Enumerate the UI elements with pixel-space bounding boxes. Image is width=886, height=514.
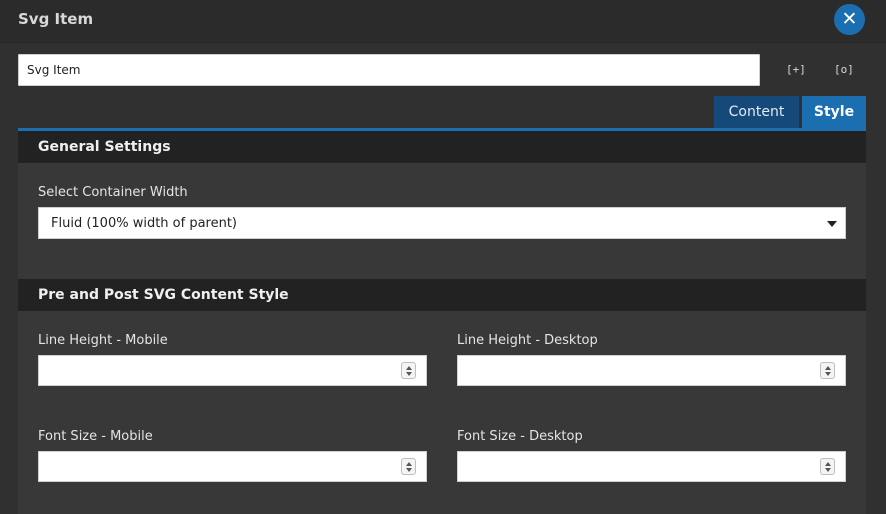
arrow-up-icon bbox=[405, 365, 412, 370]
chevron-down-icon bbox=[827, 221, 837, 227]
arrow-down-icon bbox=[405, 371, 412, 376]
number-stepper[interactable] bbox=[401, 362, 416, 379]
line-height-mobile-label: Line Height - Mobile bbox=[38, 333, 168, 348]
item-name-input[interactable] bbox=[18, 54, 760, 86]
dialog-titlebar: Svg Item ✕ bbox=[0, 0, 886, 43]
tab-content[interactable]: Content bbox=[714, 96, 799, 128]
svg-content-style-header: Pre and Post SVG Content Style bbox=[18, 279, 866, 311]
font-size-desktop-label: Font Size - Desktop bbox=[457, 429, 583, 444]
line-height-desktop-label: Line Height - Desktop bbox=[457, 333, 598, 348]
arrow-down-icon bbox=[824, 467, 831, 472]
font-size-mobile-label: Font Size - Mobile bbox=[38, 429, 153, 444]
container-width-select[interactable]: Fluid (100% width of parent) bbox=[38, 207, 846, 239]
general-settings-header: General Settings bbox=[18, 131, 866, 163]
close-button[interactable]: ✕ bbox=[834, 4, 865, 35]
arrow-down-icon bbox=[405, 467, 412, 472]
arrow-up-icon bbox=[405, 461, 412, 466]
container-width-label: Select Container Width bbox=[38, 185, 188, 200]
arrow-up-icon bbox=[824, 461, 831, 466]
number-stepper[interactable] bbox=[401, 458, 416, 475]
tab-style[interactable]: Style bbox=[802, 96, 866, 128]
number-stepper[interactable] bbox=[820, 458, 835, 475]
dialog-title: Svg Item bbox=[18, 10, 94, 28]
arrow-down-icon bbox=[824, 371, 831, 376]
container-width-value: Fluid (100% width of parent) bbox=[51, 215, 238, 231]
expand-button[interactable]: [+] bbox=[786, 63, 806, 76]
svg-content-style-panel: Pre and Post SVG Content Style Line Heig… bbox=[18, 279, 866, 514]
line-height-mobile-input[interactable] bbox=[38, 355, 427, 386]
close-icon: ✕ bbox=[841, 8, 858, 30]
number-stepper[interactable] bbox=[820, 362, 835, 379]
font-size-mobile-input[interactable] bbox=[38, 451, 427, 482]
arrow-up-icon bbox=[824, 365, 831, 370]
font-size-desktop-input[interactable] bbox=[457, 451, 846, 482]
general-settings-panel: General Settings Select Container Width … bbox=[18, 131, 866, 279]
line-height-desktop-input[interactable] bbox=[457, 355, 846, 386]
collapse-button[interactable]: [o] bbox=[834, 63, 854, 76]
